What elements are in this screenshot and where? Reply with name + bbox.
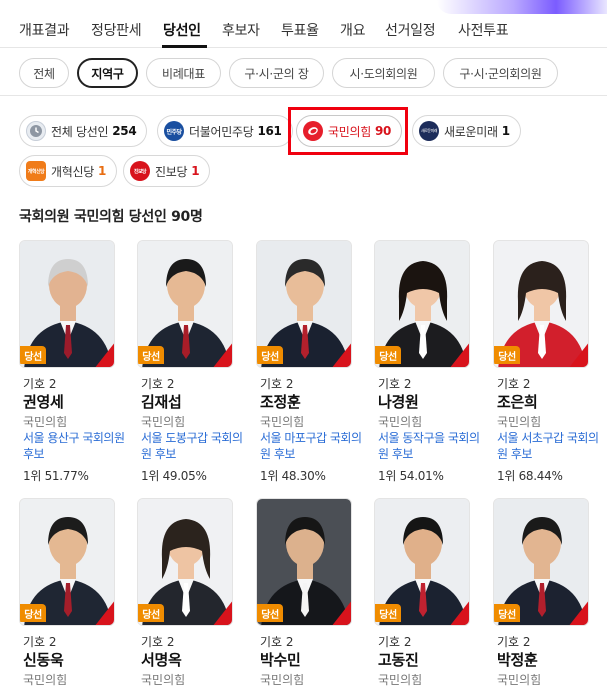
candidate-result: 1위 51.77% bbox=[23, 469, 89, 483]
elected-badge: 당선 bbox=[375, 346, 401, 364]
candidate-number: 기호 2 bbox=[260, 635, 294, 649]
candidate-party: 국민의힘 bbox=[141, 673, 186, 687]
candidate-name[interactable]: 김재섭 bbox=[141, 391, 182, 412]
candidate-photo[interactable]: 당선 bbox=[256, 240, 352, 368]
candidate-number: 기호 2 bbox=[497, 377, 531, 391]
reform-party-logo-icon: 개혁신당 bbox=[26, 161, 46, 181]
candidate-party: 국민의힘 bbox=[497, 673, 542, 687]
candidate-photo[interactable]: 당선 bbox=[137, 240, 233, 368]
elected-badge: 당선 bbox=[257, 604, 283, 622]
tab-winners[interactable]: 당선인 bbox=[163, 20, 201, 40]
candidate-name[interactable]: 박정훈 bbox=[497, 649, 538, 670]
candidate-party: 국민의힘 bbox=[23, 415, 68, 429]
tab-candidates[interactable]: 후보자 bbox=[222, 20, 260, 40]
tab-early-voting[interactable]: 사전투표 bbox=[458, 20, 509, 40]
filter-reform-party[interactable]: 개혁신당 개혁신당 1 bbox=[19, 155, 118, 187]
subtab-district[interactable]: 지역구 bbox=[77, 58, 138, 88]
candidate-number: 기호 2 bbox=[141, 635, 175, 649]
candidate-photo[interactable]: 당선 bbox=[19, 240, 115, 368]
candidate-name[interactable]: 박수민 bbox=[260, 649, 301, 670]
candidate-photo[interactable]: 당선 bbox=[19, 498, 115, 626]
tab-overview[interactable]: 개요 bbox=[340, 20, 365, 40]
candidate-party: 국민의힘 bbox=[378, 415, 423, 429]
candidate-district-link[interactable]: 서울 마포구갑 국회의원 후보 bbox=[260, 430, 368, 462]
candidate-number: 기호 2 bbox=[378, 377, 412, 391]
elected-badge: 당선 bbox=[20, 604, 46, 622]
tab-party-status[interactable]: 정당판세 bbox=[91, 20, 142, 40]
progressive-party-logo-icon: 진보당 bbox=[130, 161, 150, 181]
elected-badge: 당선 bbox=[494, 604, 520, 622]
candidate-number: 기호 2 bbox=[141, 377, 175, 391]
subtab-provincial-council[interactable]: 시·도의회의원 bbox=[332, 58, 435, 88]
clock-icon bbox=[26, 121, 46, 141]
filter-new-future[interactable]: 새로운미래 새로운미래 1 bbox=[412, 115, 521, 147]
filter-all-winners[interactable]: 전체 당선인 254 bbox=[19, 115, 148, 147]
subtab-all[interactable]: 전체 bbox=[19, 58, 69, 88]
candidate-number: 기호 2 bbox=[497, 635, 531, 649]
election-type-tabs: 전체 지역구 비례대표 구·시·군의 장 시·도의회의원 구·시·군의회의원 bbox=[0, 48, 607, 96]
subtab-proportional[interactable]: 비례대표 bbox=[146, 58, 221, 88]
selection-highlight-box bbox=[288, 107, 408, 155]
candidate-name[interactable]: 서명옥 bbox=[141, 649, 182, 670]
candidate-result: 1위 49.05% bbox=[141, 469, 207, 483]
candidate-party: 국민의힘 bbox=[260, 415, 305, 429]
candidate-photo[interactable]: 당선 bbox=[374, 240, 470, 368]
candidate-photo[interactable]: 당선 bbox=[256, 498, 352, 626]
candidate-name[interactable]: 고동진 bbox=[378, 649, 419, 670]
tab-count-results[interactable]: 개표결과 bbox=[19, 20, 70, 40]
candidate-name[interactable]: 권영세 bbox=[23, 391, 64, 412]
candidate-district-link[interactable]: 서울 서초구갑 국회의원 후보 bbox=[497, 430, 605, 462]
candidate-number: 기호 2 bbox=[260, 377, 294, 391]
candidate-number: 기호 2 bbox=[23, 635, 57, 649]
candidate-party: 국민의힘 bbox=[497, 415, 542, 429]
candidate-result: 1위 48.30% bbox=[260, 469, 326, 483]
candidate-number: 기호 2 bbox=[378, 635, 412, 649]
section-title: 국회의원 국민의힘 당선인 90명 bbox=[19, 209, 203, 225]
candidate-district-link[interactable]: 서울 용산구 국회의원 후보 bbox=[23, 430, 131, 462]
filter-democratic-party[interactable]: 민주당 더불어민주당 161 bbox=[157, 115, 293, 147]
elected-badge: 당선 bbox=[375, 604, 401, 622]
candidate-photo[interactable]: 당선 bbox=[493, 240, 589, 368]
new-future-logo-icon: 새로운미래 bbox=[419, 121, 439, 141]
candidate-party: 국민의힘 bbox=[260, 673, 305, 687]
candidate-photo[interactable]: 당선 bbox=[374, 498, 470, 626]
candidate-district-link[interactable]: 서울 동작구을 국회의원 후보 bbox=[378, 430, 486, 462]
tab-schedule[interactable]: 선거일정 bbox=[385, 20, 436, 40]
candidate-party: 국민의힘 bbox=[141, 415, 186, 429]
subtab-local-head[interactable]: 구·시·군의 장 bbox=[229, 58, 324, 88]
elected-badge: 당선 bbox=[138, 604, 164, 622]
elected-badge: 당선 bbox=[494, 346, 520, 364]
candidate-party: 국민의힘 bbox=[23, 673, 68, 687]
main-tab-bar: 개표결과 정당판세 당선인 후보자 투표율 개요 선거일정 사전투표 bbox=[0, 0, 607, 48]
candidate-result: 1위 68.44% bbox=[497, 469, 563, 483]
candidate-photo[interactable]: 당선 bbox=[493, 498, 589, 626]
elected-badge: 당선 bbox=[257, 346, 283, 364]
candidate-name[interactable]: 신동욱 bbox=[23, 649, 64, 670]
candidate-photo[interactable]: 당선 bbox=[137, 498, 233, 626]
democratic-party-logo-icon: 민주당 bbox=[164, 121, 184, 141]
candidate-district-link[interactable]: 서울 도봉구갑 국회의원 후보 bbox=[141, 430, 249, 462]
candidate-name[interactable]: 조정훈 bbox=[260, 391, 301, 412]
elected-badge: 당선 bbox=[138, 346, 164, 364]
candidate-result: 1위 54.01% bbox=[378, 469, 444, 483]
subtab-local-council[interactable]: 구·시·군의회의원 bbox=[443, 58, 558, 88]
tab-turnout[interactable]: 투표율 bbox=[281, 20, 319, 40]
candidate-number: 기호 2 bbox=[23, 377, 57, 391]
candidate-name[interactable]: 조은희 bbox=[497, 391, 538, 412]
filter-progressive-party[interactable]: 진보당 진보당 1 bbox=[123, 155, 211, 187]
candidate-party: 국민의힘 bbox=[378, 673, 423, 687]
candidate-name[interactable]: 나경원 bbox=[378, 391, 419, 412]
header-decoration bbox=[437, 0, 607, 14]
elected-badge: 당선 bbox=[20, 346, 46, 364]
